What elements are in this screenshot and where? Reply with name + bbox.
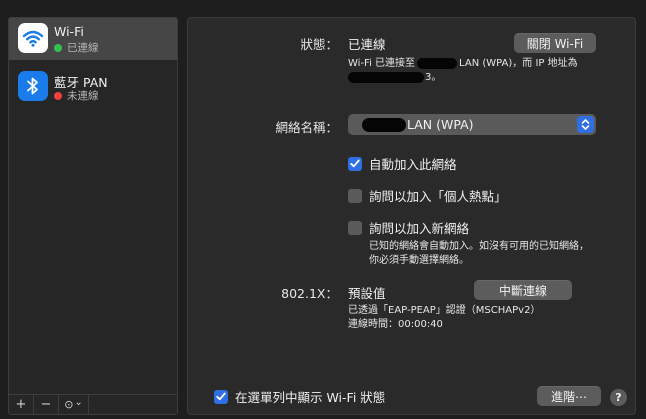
help-button[interactable]: ? [610,389,627,406]
dot1x-label: 802.1X： [281,286,338,301]
dot1x-value: 預設值 [348,286,386,301]
status-text: 未連線 [67,90,99,102]
connected-dot-icon [54,43,62,52]
known-networks-note-line2: 你必須手動選擇網絡。 [369,255,469,266]
dot1x-auth-description: 已透過「EAP-PEAP」認證（MSCHAPv2） [348,305,541,316]
wifi-icon [18,23,48,53]
show-wifi-in-menubar-label: 在選單列中顯示 Wi-Fi 狀態 [235,390,386,405]
status-label: 狀態： [300,37,338,52]
wifi-detail-panel: 狀態： 已連線 關閉 Wi-Fi Wi-Fi 已連接至 LAN (WPA)，而 I… [187,17,636,415]
show-wifi-in-menubar-checkbox[interactable]: 在選單列中顯示 Wi-Fi 狀態 [214,387,385,406]
sidebar-toolbar: + − ⊙ ⌄ [9,394,177,414]
sidebar-item-status: 已連線 [54,40,99,55]
status-description-line1: Wi-Fi 已連接至 LAN (WPA)，而 IP 地址為 [348,56,578,71]
unchecked-box-icon [348,220,362,235]
network-name-suffix: LAN (WPA) [407,116,474,132]
checkmark-icon [214,389,228,404]
sidebar-item-bluetooth-pan[interactable]: 藍牙 PAN 未連線 [9,66,177,108]
network-name-value: LAN (WPA) [362,117,474,133]
network-name-select[interactable]: LAN (WPA) [348,114,596,135]
ask-join-hotspot-label: 詢問以加入「個人熱點」 [369,189,507,204]
auto-join-checkbox[interactable]: 自動加入此網絡 [348,154,457,173]
status-desc-line2-suffix: 3。 [425,72,442,83]
checkmark-icon [348,156,362,171]
disconnect-button[interactable]: 中斷連線 [474,280,572,300]
ask-join-new-networks-checkbox[interactable]: 詢問以加入新網絡 [348,218,469,237]
chevron-down-icon: ⌄ [74,397,83,408]
network-service-list: Wi-Fi 已連線 藍牙 PAN 未連線 + − ⊙ ⌄ [8,17,178,415]
status-desc-prefix: Wi-Fi 已連接至 [348,58,416,69]
ask-join-new-networks-label: 詢問以加入新網絡 [369,221,470,236]
known-networks-note-line1: 已知的網絡會自動加入。如沒有可用的已知網絡， [369,241,589,252]
action-icon: ⊙ [64,398,74,411]
remove-service-button[interactable]: − [34,395,59,414]
auto-join-label: 自動加入此網絡 [369,157,457,172]
status-text: 已連線 [67,42,99,54]
network-name-label: 網絡名稱： [275,120,338,135]
action-menu-button[interactable]: ⊙ ⌄ [59,395,89,414]
status-desc-suffix: LAN (WPA)，而 IP 地址為 [459,58,578,69]
connection-time: 連線時間：00:00:40 [348,319,443,330]
redacted-ssid [417,57,458,69]
disconnected-dot-icon [54,91,62,100]
redacted-network-name [362,118,406,133]
sidebar-item-status: 未連線 [54,88,99,103]
add-service-button[interactable]: + [9,395,34,414]
unchecked-box-icon [348,188,362,203]
sidebar-item-name: Wi-Fi [54,24,84,39]
status-value: 已連線 [348,37,386,52]
updown-chevron-icon [577,116,594,133]
redacted-ip-address [348,71,424,83]
advanced-button[interactable]: 進階⋯ [537,386,601,406]
status-description-line2: 3。 [348,70,441,85]
bluetooth-icon [18,71,48,101]
sidebar-item-wifi[interactable]: Wi-Fi 已連線 [9,18,177,60]
turn-off-wifi-button[interactable]: 關閉 Wi-Fi [514,33,596,53]
ask-join-hotspot-checkbox[interactable]: 詢問以加入「個人熱點」 [348,186,507,205]
